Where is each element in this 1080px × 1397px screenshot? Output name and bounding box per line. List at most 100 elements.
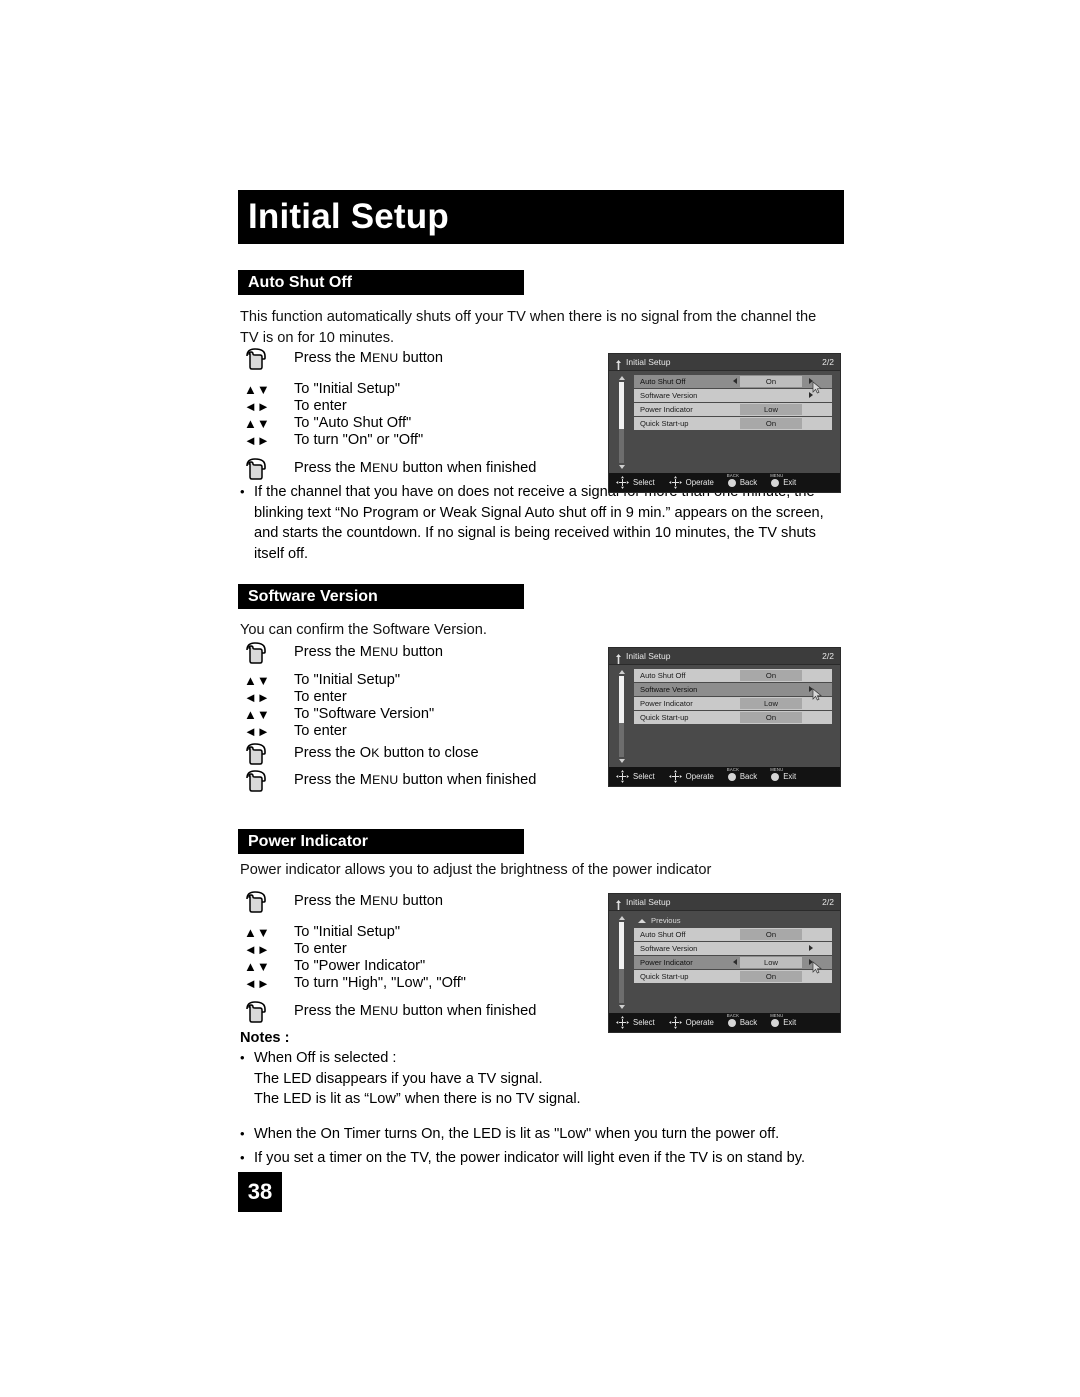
scroll-down-arrow-icon[interactable] [618, 759, 625, 763]
up-down-arrows-icon: ▲▼ [244, 959, 270, 974]
section-header-power-indicator: Power Indicator [238, 829, 524, 854]
bullet-item: • If the channel that you have on does n… [240, 482, 840, 564]
osd-footer-operate: Operate [668, 770, 714, 783]
left-right-arrows-icon: ◄► [244, 724, 270, 739]
scroll-track[interactable] [619, 676, 624, 757]
bullet-marker: • [240, 1050, 245, 1065]
hand-press-icon [238, 457, 294, 481]
step-label: Press the MENU button when finished [294, 1003, 537, 1019]
note-text: When Off is selected : The LED disappear… [254, 1050, 581, 1107]
osd-screenshot-auto-shut-off: Initial Setup 2/2 Auto Shut Off On Softw… [608, 353, 841, 493]
osd-scrollbar[interactable] [618, 916, 625, 1009]
osd-title: Initial Setup [626, 357, 671, 367]
submenu-arrow-icon[interactable] [809, 945, 813, 952]
hand-press-icon [238, 890, 294, 914]
osd-footer-select: Select [616, 476, 655, 489]
submenu-arrow-icon[interactable] [809, 686, 813, 693]
hand-press-icon [238, 1000, 294, 1024]
osd-row-label: Auto Shut Off [640, 376, 686, 386]
osd-row-power-indicator[interactable]: Power Indicator Low [634, 956, 832, 969]
osd-footer-label: Back [739, 772, 758, 781]
section-header-software-version: Software Version [238, 584, 524, 609]
osd-row-software-version[interactable]: Software Version [634, 942, 832, 955]
bullets-auto-shut-off: • If the channel that you have on does n… [240, 482, 840, 564]
osd-header: Initial Setup 2/2 [609, 894, 840, 911]
step-row: ▲▼ To "Initial Setup" [238, 672, 536, 689]
osd-scrollbar[interactable] [618, 376, 625, 469]
step-label: To "Initial Setup" [294, 381, 401, 397]
step-row: Press the MENU button [238, 888, 536, 915]
osd-footer-select: Select [616, 770, 655, 783]
note-item: • When the On Timer turns On, the LED is… [240, 1124, 840, 1145]
notes-list: • When Off is selected : The LED disappe… [240, 1048, 840, 1169]
bullet-text: If the channel that you have on does not… [254, 484, 824, 562]
step-row: ◄► To turn "High", "Low", "Off" [238, 975, 536, 992]
step-row: ◄► To turn "On" or "Off" [238, 432, 536, 449]
osd-previous-item[interactable]: Previous [634, 915, 832, 926]
menu-button-cap: MENU [770, 766, 784, 772]
left-right-arrows-icon: ◄► [244, 976, 270, 991]
back-button-cap: BACK [726, 472, 740, 478]
osd-footer: Select Operate BACK Back MENU Exit [609, 767, 840, 786]
left-right-arrows-icon: ◄► [244, 690, 270, 705]
scroll-up-arrow-icon[interactable] [618, 670, 625, 674]
back-button-cap: BACK [726, 1012, 740, 1018]
left-arrow-icon[interactable] [733, 959, 737, 966]
section-title: Auto Shut Off [248, 273, 352, 291]
scroll-thumb[interactable] [619, 676, 624, 723]
submenu-arrow-icon[interactable] [809, 392, 813, 399]
step-row: ◄► To enter [238, 941, 536, 958]
osd-row-label: Software Version [640, 943, 698, 953]
osd-row-software-version[interactable]: Software Version [634, 683, 832, 696]
step-label: To turn "On" or "Off" [294, 432, 424, 448]
back-button-icon: BACK [727, 473, 739, 487]
right-arrow-icon[interactable] [809, 959, 813, 966]
scroll-down-arrow-icon[interactable] [618, 1005, 625, 1009]
osd-row-auto-shut-off[interactable]: Auto Shut Off On [634, 375, 832, 388]
step-row: Press the MENU button [238, 639, 536, 666]
osd-row-value: On [740, 418, 802, 429]
scroll-thumb[interactable] [619, 382, 624, 429]
osd-row-label: Power Indicator [640, 698, 693, 708]
osd-footer-exit: MENU Exit [770, 473, 796, 488]
scroll-up-arrow-icon[interactable] [618, 376, 625, 380]
right-arrow-icon[interactable] [809, 378, 813, 385]
step-row: ▲▼ To "Auto Shut Off" [238, 415, 536, 432]
osd-footer-label: Select [633, 772, 655, 781]
osd-footer-select: Select [616, 1016, 655, 1029]
scroll-down-arrow-icon[interactable] [618, 465, 625, 469]
hand-press-icon [238, 769, 294, 793]
osd-scrollbar[interactable] [618, 670, 625, 763]
dpad-icon [668, 476, 682, 489]
osd-row-label: Auto Shut Off [640, 670, 686, 680]
osd-row-auto-shut-off[interactable]: Auto Shut Off On [634, 928, 832, 941]
osd-row-power-indicator[interactable]: Power Indicator Low [634, 403, 832, 416]
left-right-arrows-icon: ◄► [244, 399, 270, 414]
scroll-track[interactable] [619, 922, 624, 1003]
scroll-track[interactable] [619, 382, 624, 463]
osd-row-quick-startup[interactable]: Quick Start-up On [634, 970, 832, 983]
section-intro-power-indicator: Power indicator allows you to adjust the… [240, 862, 712, 878]
scroll-thumb[interactable] [619, 922, 624, 969]
step-label: To enter [294, 941, 347, 957]
section-intro-auto-shut-off: This function automatically shuts off yo… [240, 309, 817, 346]
osd-footer: Select Operate BACK Back MENU Exit [609, 1013, 840, 1032]
scroll-up-arrow-icon[interactable] [618, 916, 625, 920]
hand-press-icon [238, 641, 294, 665]
left-arrow-icon[interactable] [733, 378, 737, 385]
up-down-arrows-icon: ▲▼ [244, 382, 270, 397]
osd-row-quick-startup[interactable]: Quick Start-up On [634, 417, 832, 430]
hand-press-icon [238, 347, 294, 371]
note-text: If you set a timer on the TV, the power … [254, 1150, 806, 1166]
osd-row-software-version[interactable]: Software Version [634, 389, 832, 402]
osd-footer-label: Select [633, 478, 655, 487]
osd-title: Initial Setup [626, 897, 671, 907]
step-label: To "Auto Shut Off" [294, 415, 412, 431]
osd-row-auto-shut-off[interactable]: Auto Shut Off On [634, 669, 832, 682]
osd-footer-label: Operate [685, 478, 714, 487]
section-intro-software-version: You can confirm the Software Version. [240, 622, 487, 638]
osd-row-label: Power Indicator [640, 957, 693, 967]
osd-row-power-indicator[interactable]: Power Indicator Low [634, 697, 832, 710]
osd-row-quick-startup[interactable]: Quick Start-up On [634, 711, 832, 724]
osd-home-icon [615, 651, 622, 664]
